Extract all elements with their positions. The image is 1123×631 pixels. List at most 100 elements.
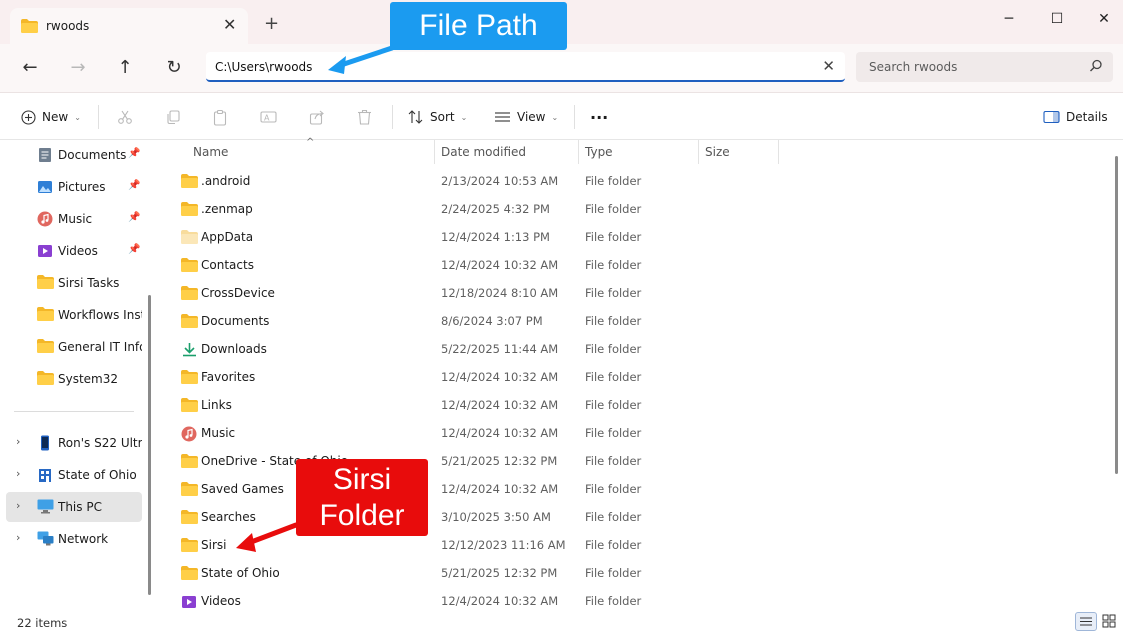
sidebar-scrollbar[interactable] — [148, 295, 151, 595]
up-button[interactable]: ↑ — [112, 56, 138, 82]
file-name: State of Ohio — [201, 566, 280, 580]
sidebar-item-label: Ron's S22 Ultra — [58, 436, 142, 450]
file-date-modified: 12/4/2024 10:32 AM — [441, 426, 559, 440]
sidebar-item-this-pc[interactable]: › This PC — [6, 492, 142, 522]
new-button[interactable]: New ⌄ — [21, 107, 81, 127]
folder-icon — [181, 398, 198, 413]
file-date-modified: 12/12/2023 11:16 AM — [441, 538, 566, 552]
maximize-button[interactable]: ☐ — [1034, 8, 1080, 30]
sidebar-item-label: Workflows Insta — [58, 308, 142, 322]
sidebar-item-workflows[interactable]: Workflows Insta — [6, 300, 142, 330]
search-icon[interactable] — [1089, 59, 1103, 76]
chevron-right-icon[interactable]: › — [16, 499, 20, 512]
file-row[interactable]: Saved Games 12/4/2024 10:32 AM File folder — [172, 476, 772, 504]
file-list-scrollbar[interactable] — [1115, 156, 1118, 474]
file-type: File folder — [585, 566, 642, 580]
chevron-down-icon: ⌄ — [551, 112, 559, 122]
view-list-icon — [495, 112, 510, 122]
search-input[interactable]: Search rwoods — [869, 60, 957, 74]
sidebar-item-pictures[interactable]: Pictures 📌 — [6, 172, 142, 202]
search-box[interactable]: Search rwoods — [856, 52, 1113, 82]
file-row[interactable]: AppData 12/4/2024 1:13 PM File folder — [172, 224, 772, 252]
file-date-modified: 2/24/2025 4:32 PM — [441, 202, 550, 216]
file-row[interactable]: Contacts 12/4/2024 10:32 AM File folder — [172, 252, 772, 280]
file-date-modified: 5/21/2025 12:32 PM — [441, 566, 558, 580]
sidebar-item-sirsi-tasks[interactable]: Sirsi Tasks — [6, 268, 142, 298]
sidebar-item-state-of-ohio[interactable]: › State of Ohio — [6, 460, 142, 490]
delete-button[interactable] — [357, 107, 372, 127]
address-bar[interactable]: C:\Users\rwoods ✕ — [206, 52, 845, 82]
file-row[interactable]: Searches 3/10/2025 3:50 AM File folder — [172, 504, 772, 532]
file-date-modified: 12/4/2024 10:32 AM — [441, 370, 559, 384]
cut-button[interactable] — [117, 107, 133, 127]
sort-label: Sort — [430, 110, 455, 124]
address-path[interactable]: C:\Users\rwoods — [215, 60, 312, 74]
divider — [574, 105, 575, 129]
file-row[interactable]: .zenmap 2/24/2025 4:32 PM File folder — [172, 196, 772, 224]
file-row[interactable]: Favorites 12/4/2024 10:32 AM File folder — [172, 364, 772, 392]
tiles-view-button[interactable] — [1099, 612, 1121, 631]
view-button[interactable]: View ⌄ — [494, 107, 558, 127]
file-row[interactable]: CrossDevice 12/18/2024 8:10 AM File folder — [172, 280, 772, 308]
details-view-button[interactable] — [1075, 612, 1097, 631]
file-type: File folder — [585, 370, 642, 384]
file-row[interactable]: .android 2/13/2024 10:53 AM File folder — [172, 168, 772, 196]
sidebar-item-music[interactable]: Music 📌 — [6, 204, 142, 234]
sidebar-item-documents[interactable]: Documents 📌 — [6, 140, 142, 170]
new-tab-button[interactable]: + — [264, 15, 279, 33]
file-date-modified: 12/18/2024 8:10 AM — [441, 286, 559, 300]
file-row[interactable]: Documents 8/6/2024 3:07 PM File folder — [172, 308, 772, 336]
file-date-modified: 5/21/2025 12:32 PM — [441, 454, 558, 468]
chevron-right-icon[interactable]: › — [16, 435, 20, 448]
view-label: View — [517, 110, 546, 124]
column-header-size[interactable]: Size — [705, 145, 730, 169]
file-row[interactable]: Downloads 5/22/2025 11:44 AM File folder — [172, 336, 772, 364]
forward-button[interactable]: → — [65, 56, 91, 82]
sidebar-item-system32[interactable]: System32 — [6, 364, 142, 394]
rename-button[interactable]: A — [260, 107, 277, 127]
file-row[interactable]: State of Ohio 5/21/2025 12:32 PM File fold… — [172, 560, 772, 588]
column-separator[interactable] — [778, 140, 779, 164]
chevron-right-icon[interactable]: › — [16, 531, 20, 544]
file-row[interactable]: Links 12/4/2024 10:32 AM File folder — [172, 392, 772, 420]
paste-button[interactable] — [212, 107, 228, 127]
column-separator[interactable] — [434, 140, 435, 164]
refresh-button[interactable]: ↻ — [161, 56, 187, 82]
file-row[interactable]: OneDrive - State of Ohio 5/21/2025 12:32 … — [172, 448, 772, 476]
file-type: File folder — [585, 314, 642, 328]
file-name: CrossDevice — [201, 286, 275, 300]
file-row[interactable]: Sirsi 12/12/2023 11:16 AM File folder — [172, 532, 772, 560]
sidebar-item-general-it[interactable]: General IT Infor — [6, 332, 142, 362]
minimize-button[interactable]: ─ — [986, 8, 1032, 30]
back-button[interactable]: ← — [17, 56, 43, 82]
column-header-date[interactable]: Date modified — [441, 145, 526, 169]
column-header-name[interactable]: Name — [193, 145, 228, 169]
chevron-right-icon[interactable]: › — [16, 467, 20, 480]
divider — [392, 105, 393, 129]
share-button[interactable] — [309, 107, 325, 127]
clear-icon[interactable]: ✕ — [822, 57, 835, 75]
file-name: Downloads — [201, 342, 267, 356]
file-name: Links — [201, 398, 232, 412]
column-separator[interactable] — [578, 140, 579, 164]
file-path-callout: File Path — [390, 2, 567, 50]
tab-rwoods[interactable]: rwoods ✕ — [10, 8, 248, 44]
close-window-button[interactable]: ✕ — [1081, 8, 1123, 30]
sidebar-item-phone[interactable]: › Ron's S22 Ultra — [6, 428, 142, 458]
details-button[interactable]: Details — [1043, 107, 1108, 127]
file-name: Sirsi — [201, 538, 227, 552]
sidebar-item-network[interactable]: › Network — [6, 524, 142, 554]
more-options-button[interactable]: ··· — [590, 107, 608, 127]
plus-circle-icon — [21, 109, 36, 125]
sidebar-item-videos[interactable]: Videos 📌 — [6, 236, 142, 266]
file-row[interactable]: Music 12/4/2024 10:32 AM File folder — [172, 420, 772, 448]
column-separator[interactable] — [698, 140, 699, 164]
file-type: File folder — [585, 286, 642, 300]
videos-icon — [37, 243, 53, 259]
sort-button[interactable]: Sort ⌄ — [408, 107, 467, 127]
pin-icon: 📌 — [128, 244, 141, 255]
copy-button[interactable] — [165, 107, 181, 127]
column-header-type[interactable]: Type — [585, 145, 613, 169]
tab-close-icon[interactable]: ✕ — [223, 16, 236, 34]
file-name: Searches — [201, 510, 256, 524]
